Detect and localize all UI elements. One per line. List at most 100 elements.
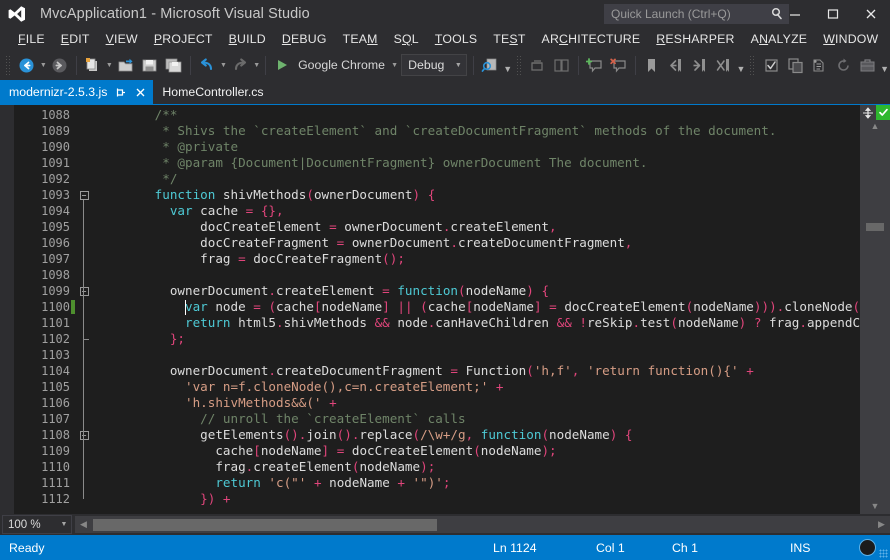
task-list-icon[interactable] xyxy=(759,53,783,77)
object-browser-icon[interactable] xyxy=(783,53,807,77)
toolbar-grip[interactable] xyxy=(516,55,523,75)
menu-item-debug[interactable]: DEBUG xyxy=(274,30,335,48)
toolbar-grip[interactable] xyxy=(5,55,12,75)
next-bookmark-icon[interactable] xyxy=(688,53,712,77)
outlining-cell[interactable] xyxy=(76,475,92,491)
outlining-cell[interactable] xyxy=(76,139,92,155)
minimize-icon[interactable] xyxy=(776,0,814,28)
outlining-cell[interactable] xyxy=(76,443,92,459)
new-project-icon[interactable] xyxy=(81,53,105,77)
menu-item-window[interactable]: WINDOW xyxy=(815,30,886,48)
outlining-cell[interactable] xyxy=(76,459,92,475)
step-out-icon[interactable] xyxy=(526,53,550,77)
outlining-cell[interactable] xyxy=(76,251,92,267)
chevron-down-icon[interactable]: ▼ xyxy=(57,521,71,528)
outlining-cell[interactable]: − xyxy=(76,283,92,299)
save-all-icon[interactable] xyxy=(162,53,186,77)
close-icon[interactable] xyxy=(852,0,890,28)
code-editor[interactable]: 1088 1089 1090 1091 1092 1093 1094 1095 1096 1097… xyxy=(0,104,890,514)
menu-item-team[interactable]: TEAM xyxy=(335,30,386,48)
menu-item-sql[interactable]: SQL xyxy=(386,30,427,48)
bookmark-icon[interactable] xyxy=(640,53,664,77)
outlining-cell[interactable]: − xyxy=(76,187,92,203)
macro-record-icon[interactable] xyxy=(859,539,876,556)
outlining-cell[interactable] xyxy=(76,379,92,395)
collapse-region-icon[interactable]: − xyxy=(79,286,89,296)
vertical-scroll-thumb[interactable] xyxy=(866,223,884,231)
save-icon[interactable] xyxy=(138,53,162,77)
pin-icon[interactable] xyxy=(114,85,127,99)
maximize-icon[interactable] xyxy=(814,0,852,28)
outlining-cell[interactable] xyxy=(76,363,92,379)
menu-item-help[interactable]: HELP xyxy=(886,30,890,48)
scroll-right-arrow-icon[interactable]: ▶ xyxy=(873,516,890,533)
scroll-left-arrow-icon[interactable]: ◀ xyxy=(75,516,92,533)
menu-item-edit[interactable]: EDIT xyxy=(53,30,98,48)
start-debug-target-label[interactable]: Google Chrome xyxy=(294,58,390,72)
open-file-icon[interactable] xyxy=(114,53,138,77)
horizontal-scrollbar[interactable]: ◀ ▶ xyxy=(75,516,890,533)
outlining-cell[interactable] xyxy=(76,315,92,331)
windows-icon[interactable] xyxy=(550,53,574,77)
outlining-cell[interactable]: − xyxy=(76,427,92,443)
toolbar-overflow-icon[interactable]: ▼ xyxy=(736,54,747,76)
toolbar-grip[interactable] xyxy=(749,55,757,75)
refresh-icon[interactable] xyxy=(831,53,855,77)
code-text-area[interactable]: /** * Shivs the `createElement` and `cre… xyxy=(92,105,860,514)
close-icon[interactable] xyxy=(134,85,147,99)
menu-item-view[interactable]: VIEW xyxy=(98,30,146,48)
quick-launch-input[interactable]: Quick Launch (Ctrl+Q) xyxy=(604,4,789,24)
outlining-margin[interactable]: − − − xyxy=(76,105,92,514)
menu-item-file[interactable]: FILE xyxy=(10,30,53,48)
outlining-cell[interactable] xyxy=(76,347,92,363)
document-tab-1[interactable]: HomeController.cs xyxy=(153,80,274,104)
resize-grip[interactable] xyxy=(879,549,888,558)
toolbar-overflow-icon[interactable]: ▼ xyxy=(502,54,513,76)
scroll-down-arrow-icon[interactable]: ▼ xyxy=(860,497,890,514)
document-tab-0[interactable]: modernizr-2.5.3.js xyxy=(0,80,154,104)
menu-item-architecture[interactable]: ARCHITECTURE xyxy=(534,30,649,48)
menu-item-project[interactable]: PROJECT xyxy=(146,30,221,48)
menu-item-build[interactable]: BUILD xyxy=(221,30,274,48)
redo-dropdown-icon[interactable]: ▼ xyxy=(252,54,261,76)
previous-bookmark-icon[interactable] xyxy=(664,53,688,77)
outlining-cell[interactable] xyxy=(76,155,92,171)
scroll-up-arrow-icon[interactable]: ▲ xyxy=(860,117,890,134)
toolbar-overflow-icon[interactable]: ▼ xyxy=(879,54,890,76)
outlining-cell[interactable] xyxy=(76,491,92,507)
chevron-down-icon[interactable]: ▼ xyxy=(450,62,466,69)
navigate-forward-icon[interactable] xyxy=(48,53,72,77)
outlining-cell[interactable] xyxy=(76,235,92,251)
outlining-cell[interactable] xyxy=(76,107,92,123)
collapse-region-icon[interactable]: − xyxy=(79,430,89,440)
clear-bookmarks-icon[interactable] xyxy=(712,53,736,77)
find-in-files-icon[interactable] xyxy=(478,53,502,77)
outlining-cell[interactable] xyxy=(76,171,92,187)
outlining-cell[interactable] xyxy=(76,411,92,427)
outlining-cell[interactable] xyxy=(76,267,92,283)
menu-item-analyze[interactable]: ANALYZE xyxy=(743,30,816,48)
toolbox-icon[interactable] xyxy=(855,53,879,77)
outlining-cell[interactable] xyxy=(76,203,92,219)
zoom-level-combo[interactable]: 100 % ▼ xyxy=(2,515,72,534)
undo-dropdown-icon[interactable]: ▼ xyxy=(219,54,228,76)
menu-item-test[interactable]: TEST xyxy=(485,30,533,48)
navigate-back-icon[interactable] xyxy=(15,53,39,77)
comment-selection-icon[interactable] xyxy=(583,53,607,77)
outlining-cell[interactable] xyxy=(76,219,92,235)
solution-configuration-combo[interactable]: Debug ▼ xyxy=(401,54,468,76)
start-debug-dropdown-icon[interactable]: ▼ xyxy=(390,54,399,76)
new-project-dropdown-icon[interactable]: ▼ xyxy=(105,54,114,76)
horizontal-scroll-thumb[interactable] xyxy=(93,519,437,531)
collapse-region-icon[interactable]: − xyxy=(79,190,89,200)
navigate-back-dropdown-icon[interactable]: ▼ xyxy=(39,54,48,76)
menu-item-tools[interactable]: TOOLS xyxy=(427,30,485,48)
outlining-cell[interactable] xyxy=(76,395,92,411)
vertical-scrollbar[interactable]: ▲ ▼ xyxy=(860,105,890,514)
uncomment-selection-icon[interactable] xyxy=(607,53,631,77)
menu-item-resharper[interactable]: RESHARPER xyxy=(648,30,742,48)
code-definition-window-icon[interactable] xyxy=(807,53,831,77)
undo-icon[interactable] xyxy=(195,53,219,77)
outlining-cell[interactable] xyxy=(76,299,92,315)
redo-icon[interactable] xyxy=(228,53,252,77)
